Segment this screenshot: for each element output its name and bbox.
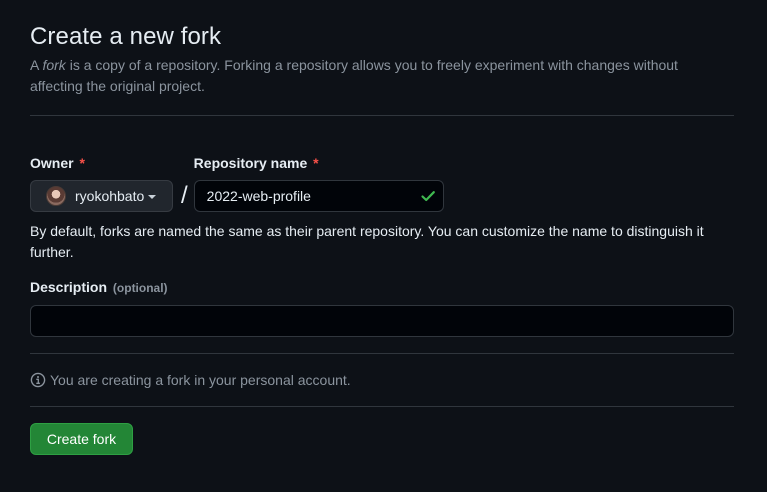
subtitle-prefix: A	[30, 57, 43, 73]
actions-divider	[30, 406, 734, 407]
account-notice-text: You are creating a fork in your personal…	[50, 372, 351, 388]
owner-select-button[interactable]: ryokohbato	[30, 180, 173, 212]
repo-name-input[interactable]	[193, 180, 444, 212]
repo-name-field: Repository name *	[193, 154, 444, 212]
create-fork-button[interactable]: Create fork	[30, 423, 133, 455]
repo-name-label-text: Repository name	[193, 155, 308, 171]
owner-required-mark: *	[79, 155, 85, 171]
create-fork-page: Create a new fork A fork is a copy of a …	[0, 0, 767, 492]
repo-name-label: Repository name *	[194, 154, 444, 172]
description-divider	[30, 353, 734, 354]
fork-name-fields: Owner * ryokohbato / Repository name *	[30, 154, 735, 212]
owner-repo-separator: /	[181, 182, 188, 209]
info-icon	[30, 372, 46, 388]
dropdown-caret-icon	[148, 195, 157, 199]
repo-name-input-wrapper	[193, 180, 444, 212]
check-icon	[421, 191, 435, 202]
optional-tag: (optional)	[112, 281, 168, 295]
owner-label-text: Owner	[30, 155, 74, 171]
header-divider	[30, 115, 734, 116]
account-notice: You are creating a fork in your personal…	[30, 370, 735, 390]
page-title: Create a new fork	[30, 23, 222, 50]
description-label: Description (optional)	[30, 278, 735, 297]
description-label-text: Description	[30, 279, 108, 295]
owner-field: Owner * ryokohbato	[30, 154, 173, 212]
owner-name: ryokohbato	[75, 188, 145, 204]
repo-name-required-mark: *	[313, 155, 319, 171]
subtitle-rest: is a copy of a repository. Forking a rep…	[30, 57, 678, 94]
repo-name-hint: By default, forks are named the same as …	[30, 223, 704, 260]
page-subtitle: A fork is a copy of a repository. Forkin…	[30, 55, 710, 97]
owner-label: Owner *	[30, 154, 173, 172]
owner-avatar	[46, 186, 66, 206]
subtitle-emphasis: fork	[42, 57, 66, 73]
description-input[interactable]	[30, 305, 734, 337]
